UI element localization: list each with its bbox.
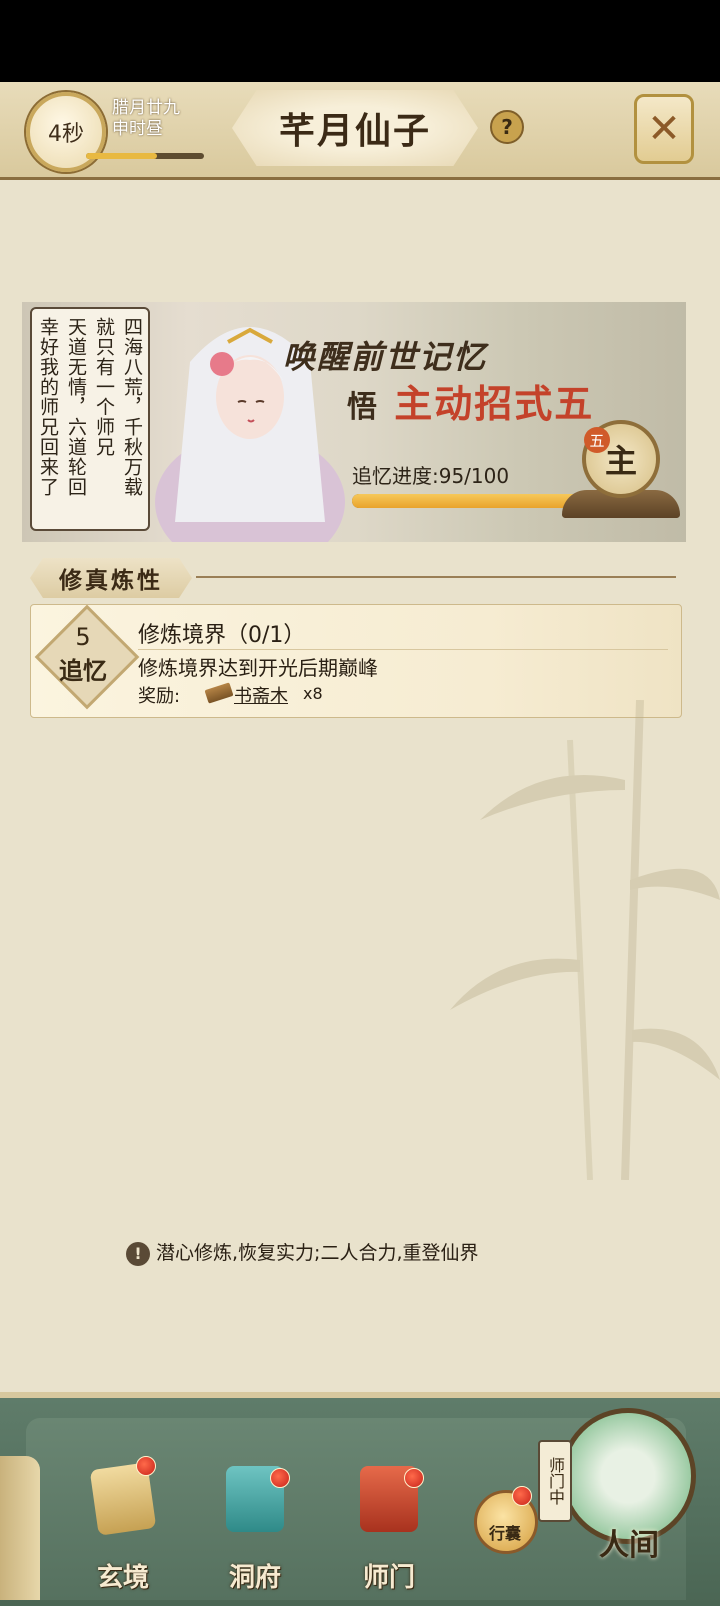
- quest-tag: 追忆: [59, 656, 107, 685]
- date-progress-bar: [86, 153, 204, 159]
- hint-notice: ! 潜心修炼,恢复实力;二人合力,重登仙界: [126, 1238, 478, 1266]
- date-progress-fill: [86, 153, 157, 159]
- banner-headline: 唤醒前世记忆: [283, 338, 488, 376]
- notification-dot: [404, 1468, 424, 1488]
- speech-line: 四海八荒，千秋万载: [121, 317, 143, 497]
- bag-label: 行囊: [488, 1524, 521, 1543]
- hint-text: 潜心修炼,恢复实力;二人合力,重登仙界: [156, 1242, 479, 1264]
- help-button[interactable]: ?: [490, 110, 524, 144]
- nav-label: 洞府: [228, 1563, 281, 1593]
- skill-name: 主动招式五: [394, 381, 595, 426]
- speech-bubble: 四海八荒，千秋万载 就只有一个师兄 天道无情，六道轮回 幸好我的师兄回来了: [30, 307, 150, 531]
- speech-line: 天道无情，六道轮回: [65, 317, 87, 497]
- seal-level-badge: 五: [584, 427, 610, 453]
- skill-reward-text: 悟 主动招式五: [347, 373, 594, 428]
- countdown-timer: 4秒: [26, 92, 106, 172]
- date-line2: 申时昼: [112, 119, 163, 139]
- nav-dongfu[interactable]: 洞府: [210, 1456, 300, 1596]
- date-line1: 腊月廿九: [112, 98, 180, 118]
- game-date: 腊月廿九 申时昼: [112, 98, 180, 140]
- sect-status-tag: 师门中: [538, 1440, 572, 1522]
- speech-line: 就只有一个师兄: [93, 317, 115, 457]
- nav-bag[interactable]: 行囊: [466, 1486, 538, 1566]
- page-title: 芊月仙子: [278, 110, 431, 152]
- nav-label: 师门: [362, 1563, 415, 1593]
- memory-progress-fill: [352, 494, 577, 508]
- close-icon: ✕: [647, 106, 681, 152]
- memory-progress-label: 追忆进度:95/100: [352, 464, 510, 488]
- reward-count: x8: [303, 684, 323, 703]
- question-icon: ?: [501, 115, 513, 139]
- close-button[interactable]: ✕: [634, 94, 694, 164]
- section-header: 修真炼性: [30, 558, 192, 598]
- section-title: 修真炼性: [59, 567, 163, 594]
- quest-divider: [138, 649, 668, 650]
- notification-dot: [270, 1468, 290, 1488]
- bamboo-decoration: [450, 700, 720, 1180]
- seal-char: 主: [604, 442, 637, 480]
- quest-number: 5: [75, 623, 91, 651]
- section-divider: [196, 576, 676, 578]
- skill-prefix: 悟: [347, 390, 379, 425]
- nav-shimen[interactable]: 师门: [344, 1456, 434, 1596]
- alert-icon: !: [126, 1241, 150, 1266]
- scroll-decoration: [0, 1456, 40, 1600]
- notification-dot: [136, 1456, 156, 1476]
- nav-label: 玄境: [96, 1563, 149, 1593]
- nav-world[interactable]: 人间: [556, 1408, 696, 1580]
- notification-dot: [512, 1486, 532, 1506]
- quest-title: 修炼境界（0/1）: [138, 623, 306, 648]
- world-label: 人间: [599, 1528, 659, 1563]
- reward-item-link[interactable]: 书斋木: [234, 682, 288, 708]
- title-plate: 芊月仙子: [232, 90, 478, 166]
- reward-label: 奖励:: [138, 686, 181, 707]
- quest-description: 修炼境界达到开光后期巅峰: [138, 656, 378, 680]
- speech-line: 幸好我的师兄回来了: [37, 317, 59, 497]
- timer-text: 4秒: [48, 122, 84, 147]
- nav-xuanjing[interactable]: 玄境: [78, 1456, 168, 1596]
- memory-progress-bar: [352, 494, 588, 508]
